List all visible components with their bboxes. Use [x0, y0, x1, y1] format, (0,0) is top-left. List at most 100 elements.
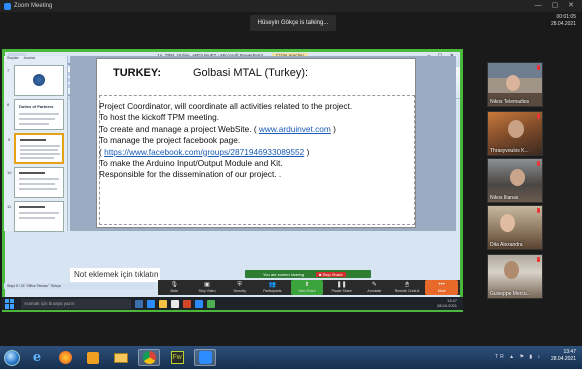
start-orb-icon[interactable]: [4, 349, 20, 366]
participant-video-tile[interactable]: Guiseppe Mercu...: [487, 254, 543, 299]
muted-mic-icon: [537, 257, 540, 262]
facebook-link[interactable]: https://www.facebook.com/groups/28719469…: [104, 147, 304, 157]
notes-pane[interactable]: Not eklemek için tıklatın: [70, 268, 160, 282]
annotate-button[interactable]: ✎ Annotate: [358, 280, 391, 295]
slide-line: To host the kickoff TPM meeting.: [99, 112, 417, 123]
slide-line: Project Coordinator, will coordinate all…: [99, 101, 417, 112]
participant-name: Thrasyvoulos K...: [490, 148, 529, 154]
thumb-text-line: [19, 172, 45, 174]
chrome-taskbar-button[interactable]: [138, 349, 160, 366]
share-toolbar: 🎙 Mute ▣ Stop Video ⛨ Security 👥 Participant…: [158, 280, 460, 295]
thumb-text-line: [20, 153, 60, 155]
line-text: To create and manage a project WebSite. …: [99, 123, 259, 134]
fireworks-taskbar-button[interactable]: Fw: [166, 349, 188, 366]
slide-thumbnail[interactable]: 7: [7, 65, 64, 96]
os-taskbar: e Fw TR ▲ ⚑ ▮ ♪ 13:47 28.04.2021: [0, 346, 582, 369]
fireworks-icon: Fw: [170, 351, 184, 364]
window-controls[interactable]: — ▢ ✕: [535, 1, 578, 9]
thumb-text-line: [19, 217, 55, 219]
explorer-taskbar-button[interactable]: [110, 349, 132, 366]
stop-video-label: Stop Video: [198, 289, 216, 293]
slide-line: To manage the project facebook page.: [99, 135, 417, 146]
slide-thumb-title: Duties of Partners: [19, 104, 54, 109]
stop-share-button[interactable]: ■ Stop Share: [316, 271, 346, 277]
participant-face: [504, 261, 519, 279]
camera-icon: ▣: [204, 282, 210, 288]
mouse-icon: 🖱: [405, 282, 409, 288]
security-button[interactable]: ⛨ Security: [223, 280, 256, 295]
slide-thumbnail-selected[interactable]: 9: [8, 133, 64, 164]
participant-video-tile[interactable]: Thrasyvoulos K...: [487, 111, 543, 156]
task-view-icon[interactable]: [135, 299, 143, 308]
meeting-time: 00:01:05: [556, 14, 576, 20]
more-label: More: [437, 289, 446, 293]
ie-taskbar-button[interactable]: e: [26, 349, 48, 366]
pause-share-label: Pause Share: [331, 289, 352, 293]
participant-face: [508, 120, 524, 138]
media-player-icon: [87, 351, 99, 364]
os-clock[interactable]: 13:47 28.04.2021: [551, 349, 576, 363]
more-button[interactable]: ••• More: [425, 280, 459, 295]
slide-body-text[interactable]: Project Coordinator, will coordinate all…: [99, 101, 417, 181]
participant-name: Guiseppe Mercu...: [490, 291, 531, 297]
tab-slaytlar[interactable]: Slaytlar: [7, 56, 19, 62]
share-arrow-icon: ⬆: [304, 282, 310, 288]
muted-mic-icon: [537, 114, 540, 119]
participant-face: [506, 75, 520, 91]
slide-panel: Slaytlar Anahat 7 8 Duties of Partners 9…: [4, 56, 68, 232]
slide-thumbnail[interactable]: 11: [7, 201, 64, 232]
chrome-icon[interactable]: [207, 299, 215, 308]
zoom-icon[interactable]: [195, 299, 203, 308]
line-text: To make the Arduino Input/Output Module …: [99, 158, 283, 169]
slide-work-area: TURKEY: Golbasi MTAL (Turkey): Project C…: [70, 56, 456, 231]
tray-icons[interactable]: TR ▲ ⚑ ▮ ♪: [495, 354, 542, 360]
thumb-text-line: [19, 178, 59, 180]
powerpoint-icon[interactable]: [183, 299, 191, 308]
pause-share-button[interactable]: ❚❚ Pause Share: [325, 280, 358, 295]
slide-number: 11: [7, 204, 12, 209]
firefox-taskbar-button[interactable]: [54, 349, 76, 366]
taskbar-search-box[interactable]: Aramak için buraya yazın: [21, 298, 131, 309]
windows-start-icon[interactable]: [5, 298, 15, 309]
remote-control-button[interactable]: 🖱 Remote Control: [391, 280, 424, 295]
thumb-text-line: [20, 157, 54, 159]
thumb-text-line: [19, 212, 59, 214]
participant-video-tile[interactable]: Nikos Ilianas: [487, 158, 543, 203]
thumb-text-line: [19, 206, 45, 208]
current-slide[interactable]: TURKEY: Golbasi MTAL (Turkey): Project C…: [96, 58, 416, 228]
thumb-text-line: [19, 118, 55, 120]
zoom-window-title: Zoom Meeting: [14, 3, 53, 9]
media-player-taskbar-button[interactable]: [82, 349, 104, 366]
website-link[interactable]: www.arduinvet.com: [259, 124, 331, 134]
chrome-icon: [142, 351, 156, 364]
new-share-button[interactable]: ⬆ New Share: [290, 280, 324, 295]
slide-thumbnail[interactable]: 10: [7, 167, 64, 198]
slide-thumbnail[interactable]: 8 Duties of Partners: [7, 99, 64, 130]
participant-face: [500, 214, 515, 232]
line-text: ): [304, 146, 310, 157]
thumb-text-line: [19, 123, 49, 125]
muted-mic-icon: [537, 161, 540, 166]
participant-video-tile[interactable]: Nikos Telemadios: [487, 62, 543, 107]
participant-video-tile[interactable]: Dita Alexandra: [487, 205, 543, 250]
talking-indicator: Hüseyin Gökçe is talking...: [250, 15, 336, 31]
ppt-status-bar: Slayt 9 / 24 "Office Teması" Türkçe: [4, 283, 154, 289]
tab-anahat[interactable]: Anahat: [24, 56, 35, 62]
participants-button[interactable]: 👥 Participants: [256, 280, 289, 295]
folder-icon[interactable]: [159, 299, 167, 308]
slide-graphic-icon: [33, 74, 45, 86]
mute-button[interactable]: 🎙 Mute: [158, 280, 191, 295]
stop-video-button[interactable]: ▣ Stop Video: [191, 280, 224, 295]
zoom-titlebar: Zoom Meeting — ▢ ✕: [0, 0, 582, 12]
language-indicator[interactable]: TR: [495, 354, 506, 360]
people-icon: 👥: [268, 282, 277, 288]
slide-line: ( https://www.facebook.com/groups/287194…: [99, 147, 417, 158]
zoom-taskbar-button[interactable]: [194, 349, 216, 366]
remote-control-label: Remote Control: [394, 289, 420, 293]
os-date: 28.04.2021: [550, 356, 576, 362]
participant-name: Nikos Ilianas: [490, 195, 519, 201]
thumb-text-line: [19, 188, 57, 190]
edge-icon[interactable]: [147, 299, 155, 308]
ie-icon: e: [32, 350, 42, 365]
store-icon[interactable]: [171, 299, 179, 308]
